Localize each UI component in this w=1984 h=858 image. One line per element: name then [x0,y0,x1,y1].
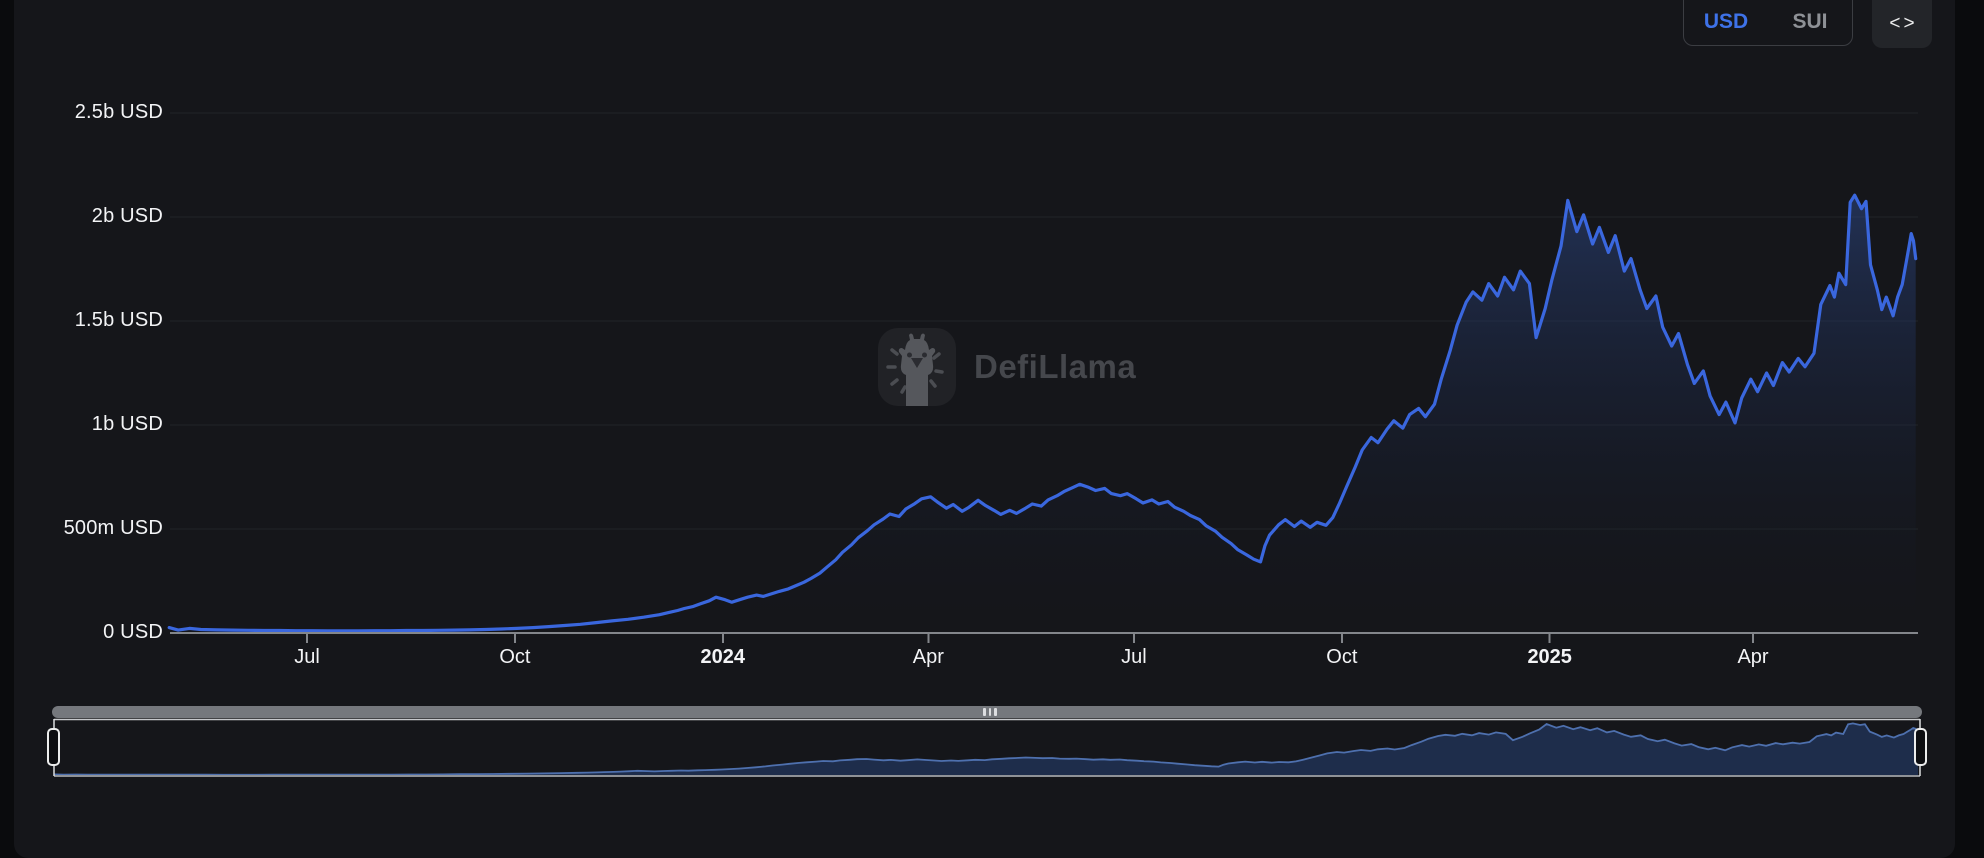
embed-button[interactable]: <> [1872,0,1932,48]
brush-scrollbar[interactable] [52,706,1922,718]
x-axis-tick-label: Apr [873,646,983,669]
y-axis-tick-label: 1b USD [0,413,163,436]
drag-grip-icon[interactable] [981,708,999,716]
x-axis-tick-label: Apr [1698,646,1808,669]
y-axis-tick-label: 1.5b USD [0,309,163,332]
tvl-area-chart[interactable] [0,0,1984,815]
code-embed-icon: <> [1886,13,1917,48]
tvl-area-fill [169,195,1916,633]
currency-toggle[interactable]: USD SUI [1683,0,1853,46]
brush-select-region[interactable] [54,719,1920,776]
brush-right-handle[interactable] [1914,728,1927,766]
y-axis-tick-label: 500m USD [0,517,163,540]
currency-option-sui[interactable]: SUI [1768,10,1852,45]
currency-option-usd[interactable]: USD [1684,10,1768,45]
x-axis-tick-label: 2024 [668,646,778,669]
y-axis-tick-label: 2.5b USD [0,101,163,124]
y-axis-tick-label: 2b USD [0,205,163,228]
x-axis [170,633,1918,643]
x-axis-tick-label: 2025 [1495,646,1605,669]
brush-left-handle[interactable] [47,728,60,766]
x-axis-tick-label: Oct [460,646,570,669]
x-axis-tick-label: Jul [252,646,362,669]
x-axis-tick-label: Jul [1079,646,1189,669]
x-axis-tick-label: Oct [1287,646,1397,669]
y-axis-tick-label: 0 USD [0,621,163,644]
